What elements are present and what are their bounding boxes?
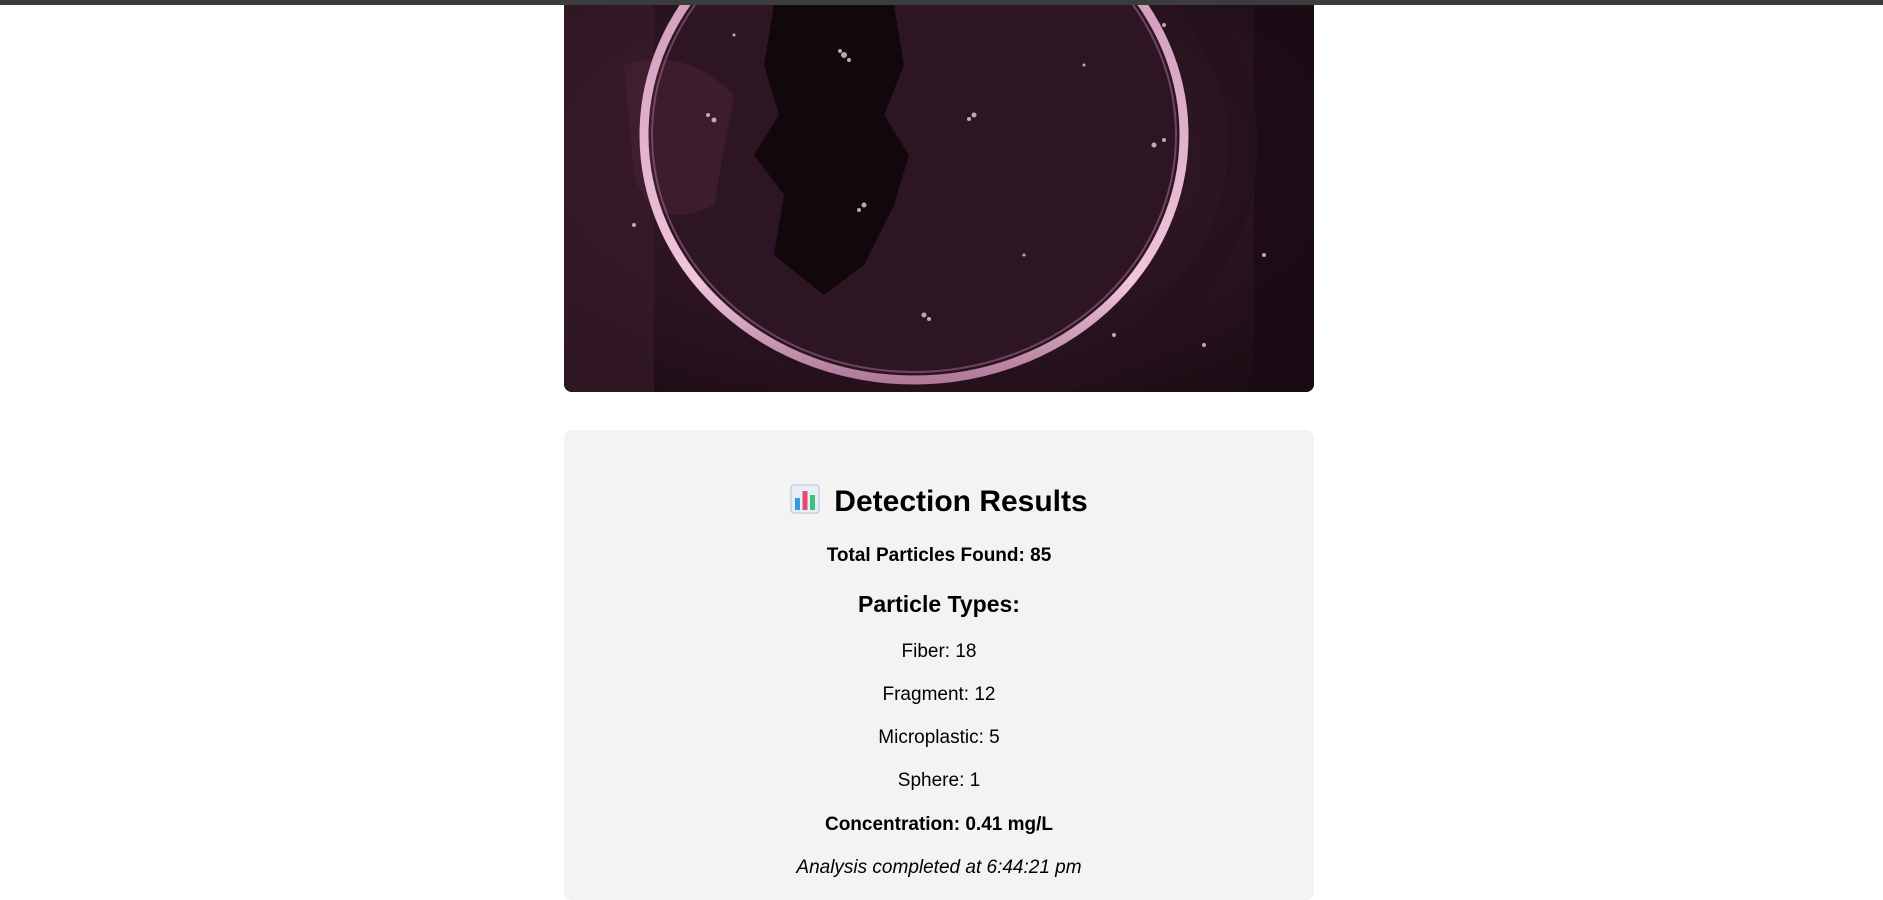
results-title-text: Detection Results (834, 485, 1088, 518)
concentration: Concentration: 0.41 mg/L (824, 814, 1054, 835)
particle-types-heading: Particle Types: (858, 591, 1020, 617)
sample-photo (564, 5, 1314, 392)
results-title: Detection Results (564, 484, 1314, 520)
particle-type-fiber: Fiber: 18 (901, 641, 977, 662)
analysis-timestamp: Analysis completed at 6:44:21 pm (796, 857, 1082, 878)
bar-chart-icon (790, 484, 821, 514)
particle-type-microplastic: Microplastic: 5 (878, 727, 1000, 748)
petri-dish-image (564, 5, 1314, 392)
particle-type-sphere: Sphere: 1 (897, 770, 981, 791)
particle-type-fragment: Fragment: 12 (882, 684, 996, 705)
detection-results-card: Detection Results Total Particles Found:… (564, 430, 1314, 900)
total-particles: Total Particles Found: 85 (826, 545, 1052, 566)
